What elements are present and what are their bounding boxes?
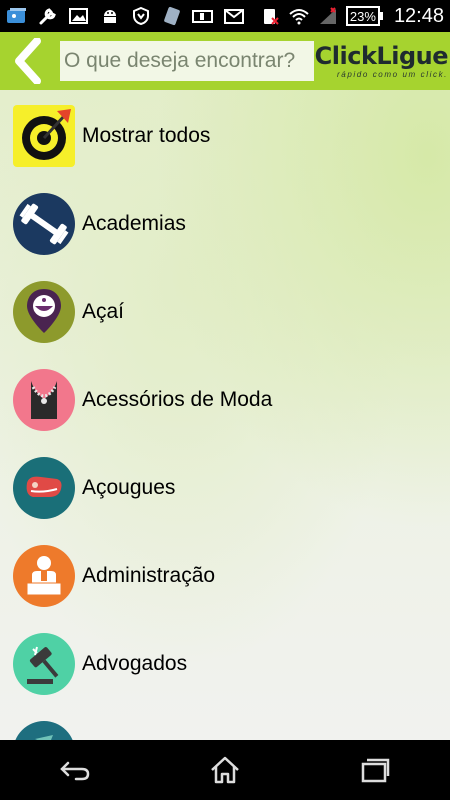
list-item[interactable]: Advogados xyxy=(0,620,450,708)
necklace-icon xyxy=(13,369,75,431)
list-item[interactable]: Açougues xyxy=(0,444,450,532)
sim-icon xyxy=(161,6,183,26)
nav-home-button[interactable] xyxy=(195,745,255,795)
meat-icon xyxy=(13,457,75,519)
battery-indicator: 23% xyxy=(345,6,383,26)
gallery-icon xyxy=(6,6,28,26)
status-system: 23% 12:48 xyxy=(259,5,444,28)
list-item[interactable]: Mostrar todos xyxy=(0,92,450,180)
wrench-icon xyxy=(37,6,59,26)
recent-apps-icon xyxy=(361,758,390,783)
administrator-icon xyxy=(13,545,75,607)
logo-tagline: rápido como um click. xyxy=(337,70,448,79)
android-icon xyxy=(99,6,121,26)
no-sim-icon xyxy=(259,6,281,26)
list-item-label: Academias xyxy=(82,212,186,235)
list-item-label: Açougues xyxy=(82,476,176,499)
shield-icon xyxy=(130,6,152,26)
signal-icon xyxy=(317,6,339,26)
battery-level: 23% xyxy=(345,6,380,26)
list-item[interactable]: Açaí xyxy=(0,268,450,356)
list-item-label: Mostrar todos xyxy=(82,124,211,147)
app-logo: ClickLigue rápido como um click. xyxy=(315,43,449,79)
list-item[interactable]: Administração xyxy=(0,532,450,620)
wifi-icon xyxy=(288,6,310,26)
list-item[interactable] xyxy=(0,708,450,740)
acai-bowl-icon xyxy=(13,281,75,343)
target-icon xyxy=(13,105,75,167)
app-header: ClickLigue rápido como um click. xyxy=(0,32,450,90)
list-item[interactable]: Academias xyxy=(0,180,450,268)
battery-mode-icon xyxy=(192,6,214,26)
list-item-label: Acessórios de Moda xyxy=(82,388,273,411)
gavel-icon xyxy=(13,633,75,695)
navigation-bar xyxy=(0,740,450,800)
clock: 12:48 xyxy=(393,4,444,27)
dumbbell-icon xyxy=(13,193,75,255)
list-item[interactable]: Acessórios de Moda xyxy=(0,356,450,444)
nav-back-button[interactable] xyxy=(45,745,105,795)
image-icon xyxy=(68,6,90,26)
logo-text: ClickLigue xyxy=(314,42,449,70)
back-icon xyxy=(60,761,90,781)
status-notifications xyxy=(6,6,245,26)
chevron-left-icon xyxy=(15,38,41,84)
category-list: Mostrar todos Academias Açaí Acessórios … xyxy=(0,90,450,740)
list-item-label: Açaí xyxy=(82,300,125,323)
home-icon xyxy=(211,756,239,784)
search-input[interactable] xyxy=(60,41,314,81)
nav-recents-button[interactable] xyxy=(345,745,405,795)
status-bar: 23% 12:48 xyxy=(0,0,450,32)
partial-icon xyxy=(13,721,75,740)
back-button[interactable] xyxy=(0,32,56,90)
list-item-label: Administração xyxy=(82,564,216,587)
mail-icon xyxy=(223,6,245,26)
list-item-label: Advogados xyxy=(82,652,188,675)
